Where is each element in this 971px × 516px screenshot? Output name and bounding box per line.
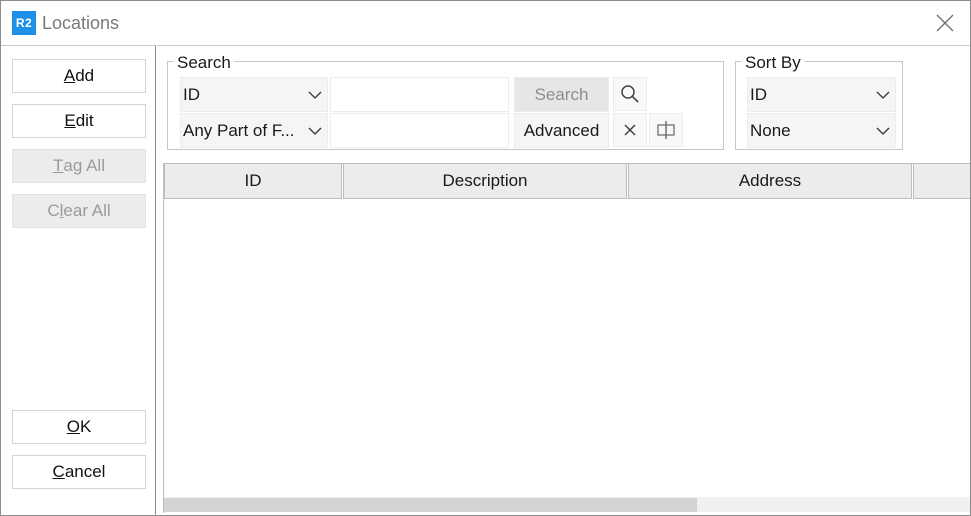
cancel-label-post: ancel xyxy=(64,462,106,481)
chevron-down-icon xyxy=(308,127,322,135)
match-type-value: Any Part of F... xyxy=(183,120,295,140)
add-mnemonic: A xyxy=(63,66,76,85)
sort-primary-value: ID xyxy=(750,84,767,104)
sort-secondary-value: None xyxy=(750,120,791,140)
tag-all-mnemonic: T xyxy=(53,156,64,175)
column-layout-icon xyxy=(657,121,675,139)
close-button[interactable] xyxy=(927,7,963,39)
search-button[interactable]: Search xyxy=(514,77,609,112)
column-header-address[interactable]: Address xyxy=(628,164,912,199)
edit-label-post: dit xyxy=(75,111,94,130)
search-field-dropdown[interactable]: ID xyxy=(180,77,328,112)
sort-group-border xyxy=(735,61,741,62)
column-header-id[interactable]: ID xyxy=(164,164,342,199)
chevron-down-icon xyxy=(876,91,890,99)
tag-all-button[interactable]: Tag All xyxy=(12,149,146,183)
chevron-down-icon xyxy=(308,91,322,99)
sort-group-label: Sort By xyxy=(743,53,803,72)
locations-grid: ID Description Address xyxy=(163,163,970,513)
advanced-value-input[interactable] xyxy=(330,113,509,148)
clear-all-label-pre: C xyxy=(47,201,60,220)
locations-dialog: R2 Locations Add Edit Tag All Cl ear All … xyxy=(0,0,971,516)
sort-group-border-right xyxy=(805,61,903,62)
add-button[interactable]: Add xyxy=(12,59,146,93)
search-group-label: Search xyxy=(175,53,233,72)
columns-button[interactable] xyxy=(649,113,683,147)
search-value-input[interactable] xyxy=(330,77,509,112)
scrollbar-thumb[interactable] xyxy=(164,498,697,512)
edit-button[interactable]: Edit xyxy=(12,104,146,138)
action-sidebar: Add Edit Tag All Cl ear All OK Cancel xyxy=(1,45,156,515)
search-group-border-right xyxy=(234,61,724,62)
clear-search-button[interactable] xyxy=(613,113,647,147)
search-field-value: ID xyxy=(183,84,200,104)
match-type-dropdown[interactable]: Any Part of F... xyxy=(180,113,328,148)
clear-x-icon xyxy=(624,124,636,136)
clear-all-button[interactable]: Cl ear All xyxy=(12,194,146,228)
ok-label-post: K xyxy=(79,417,92,436)
cancel-button[interactable]: Cancel xyxy=(12,455,146,489)
horizontal-scrollbar[interactable] xyxy=(164,497,970,512)
chevron-down-icon xyxy=(876,127,890,135)
ok-mnemonic: O xyxy=(66,417,80,436)
search-group-border xyxy=(167,61,173,62)
sort-secondary-dropdown[interactable]: None xyxy=(747,113,896,148)
tag-all-label-post: ag All xyxy=(63,156,105,175)
title-bar: R2 Locations xyxy=(1,1,970,45)
main-area: Search ID Search Any Part of F... Advanc… xyxy=(158,45,970,515)
search-icon-button[interactable] xyxy=(613,77,647,111)
ok-button[interactable]: OK xyxy=(12,410,146,444)
cancel-mnemonic: C xyxy=(52,462,65,481)
column-header-extra[interactable] xyxy=(913,164,970,199)
search-icon xyxy=(621,85,639,103)
close-icon xyxy=(936,14,954,32)
advanced-button[interactable]: Advanced xyxy=(514,113,609,148)
sort-primary-dropdown[interactable]: ID xyxy=(747,77,896,112)
clear-all-label-post: ear All xyxy=(63,201,111,220)
app-logo-icon: R2 xyxy=(12,11,36,35)
edit-mnemonic: E xyxy=(64,111,76,130)
window-title: Locations xyxy=(42,13,120,33)
add-label-post: dd xyxy=(75,66,95,85)
column-header-description[interactable]: Description xyxy=(343,164,627,199)
